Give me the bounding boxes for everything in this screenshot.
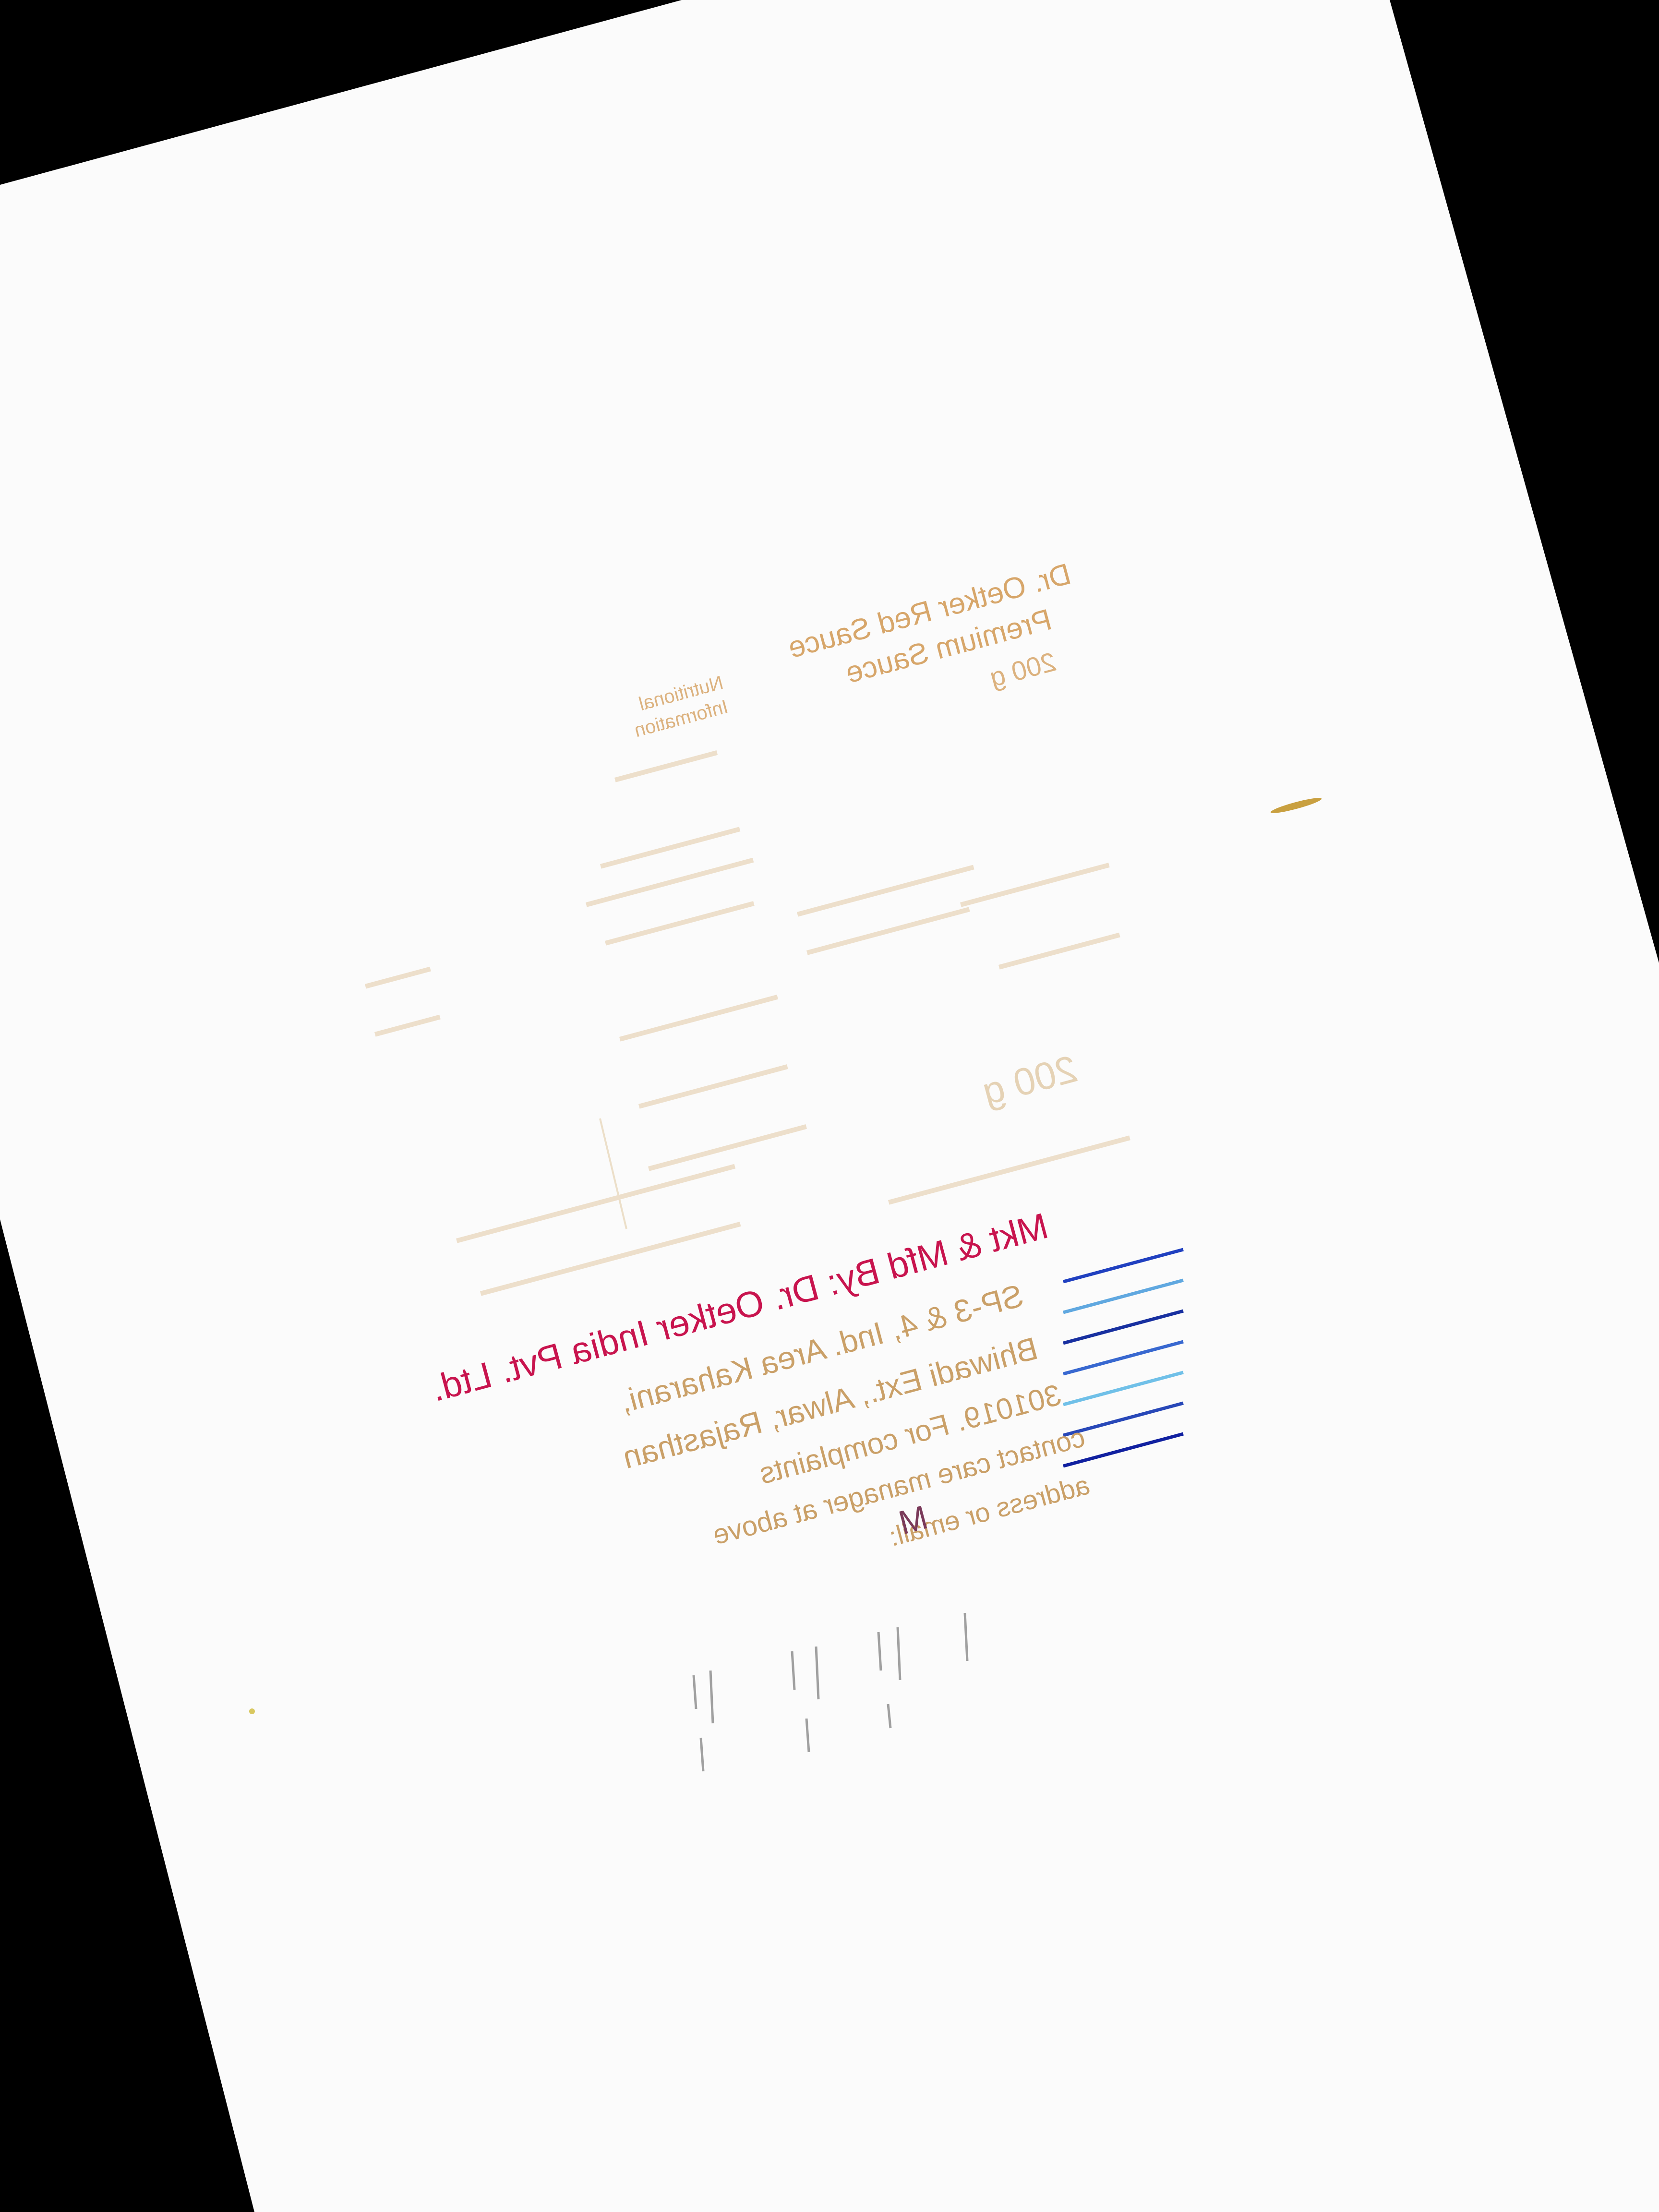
yellow-dot <box>249 1708 255 1714</box>
photo-backdrop <box>0 0 1659 2212</box>
paper-sheet <box>0 0 1659 2212</box>
photo-scene: Dr. Oetker Red Sauce Premium Sauce 200 g… <box>0 0 1659 2212</box>
